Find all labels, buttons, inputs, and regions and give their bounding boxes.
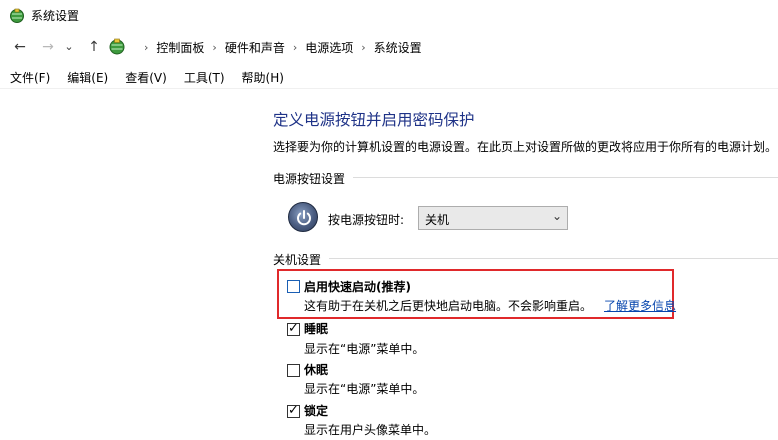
navigation-bar: ← → ⌄ ↑ › 控制面板 › 硬件和声音 › 电源选项 › 系统设置 — [0, 33, 778, 61]
lock-checkbox[interactable] — [287, 403, 300, 418]
fast-startup-description-text: 这有助于在关机之后更快地启动电脑。不会影响重启。 — [304, 299, 593, 313]
hibernate-description: 显示在“电源”菜单中。 — [304, 382, 425, 396]
sleep-checkbox[interactable] — [287, 321, 300, 336]
section-divider — [329, 258, 778, 259]
section-divider — [353, 177, 778, 178]
power-button-action-value: 关机 — [425, 213, 450, 227]
breadcrumb-item-hardware-and-sound[interactable]: 硬件和声音 — [225, 39, 285, 56]
menu-edit[interactable]: 编辑(E) — [57, 67, 115, 89]
hibernate-checkbox[interactable] — [287, 364, 300, 377]
page-title: 定义电源按钮并启用密码保护 — [273, 111, 475, 129]
breadcrumb-item-system-settings[interactable]: 系统设置 — [374, 39, 422, 56]
menu-tools[interactable]: 工具(T) — [174, 67, 232, 89]
menu-file[interactable]: 文件(F) — [0, 67, 57, 89]
breadcrumb-separator[interactable]: › — [212, 41, 216, 54]
breadcrumb-separator[interactable]: › — [293, 41, 297, 54]
menu-help[interactable]: 帮助(H) — [232, 67, 291, 89]
fast-startup-description: 这有助于在关机之后更快地启动电脑。不会影响重启。 了解更多信息 — [304, 297, 676, 314]
chevron-down-icon: ⌄ — [551, 209, 562, 223]
title-bar: 系统设置 — [0, 0, 778, 32]
power-options-icon — [9, 8, 25, 24]
back-icon[interactable]: ← — [10, 37, 30, 57]
power-button-action-label: 按电源按钮时: — [328, 213, 405, 227]
control-panel-icon — [108, 38, 126, 56]
breadcrumb-separator[interactable]: › — [361, 41, 365, 54]
power-button-section-label: 电源按钮设置 — [273, 172, 346, 186]
window-title: 系统设置 — [31, 9, 80, 23]
page-description: 选择要为你的计算机设置的电源设置。在此页上对设置所做的更改将应用于你所有的电源计… — [273, 140, 778, 154]
hibernate-label[interactable]: 休眠 — [304, 361, 328, 378]
fast-startup-checkbox[interactable] — [287, 280, 300, 293]
power-button-icon — [288, 202, 318, 232]
sleep-description: 显示在“电源”菜单中。 — [304, 342, 425, 356]
address-bar[interactable]: › 控制面板 › 硬件和声音 › 电源选项 › 系统设置 — [106, 33, 778, 61]
lock-label[interactable]: 锁定 — [304, 402, 328, 419]
breadcrumb-item-control-panel[interactable]: 控制面板 — [156, 39, 204, 56]
fast-startup-label[interactable]: 启用快速启动(推荐) — [304, 278, 411, 295]
forward-icon[interactable]: → — [38, 37, 58, 57]
lock-description: 显示在用户头像菜单中。 — [304, 423, 437, 437]
power-button-action-select[interactable]: 关机 ⌄ — [418, 206, 568, 230]
up-icon[interactable]: ↑ — [84, 37, 104, 57]
breadcrumb-item-power-options[interactable]: 电源选项 — [305, 39, 353, 56]
menu-view[interactable]: 查看(V) — [115, 67, 174, 89]
breadcrumb-separator: › — [144, 40, 149, 54]
shutdown-section-label: 关机设置 — [273, 253, 322, 267]
main-content: 定义电源按钮并启用密码保护 选择要为你的计算机设置的电源设置。在此页上对设置所做… — [0, 90, 778, 440]
sleep-label[interactable]: 睡眠 — [304, 320, 328, 337]
learn-more-link[interactable]: 了解更多信息 — [604, 299, 676, 313]
menu-bar: 文件(F) 编辑(E) 查看(V) 工具(T) 帮助(H) — [0, 67, 778, 89]
recent-locations-dropdown-icon[interactable]: ⌄ — [62, 37, 76, 57]
breadcrumb: › 控制面板 › 硬件和声音 › 电源选项 › 系统设置 — [136, 33, 422, 61]
